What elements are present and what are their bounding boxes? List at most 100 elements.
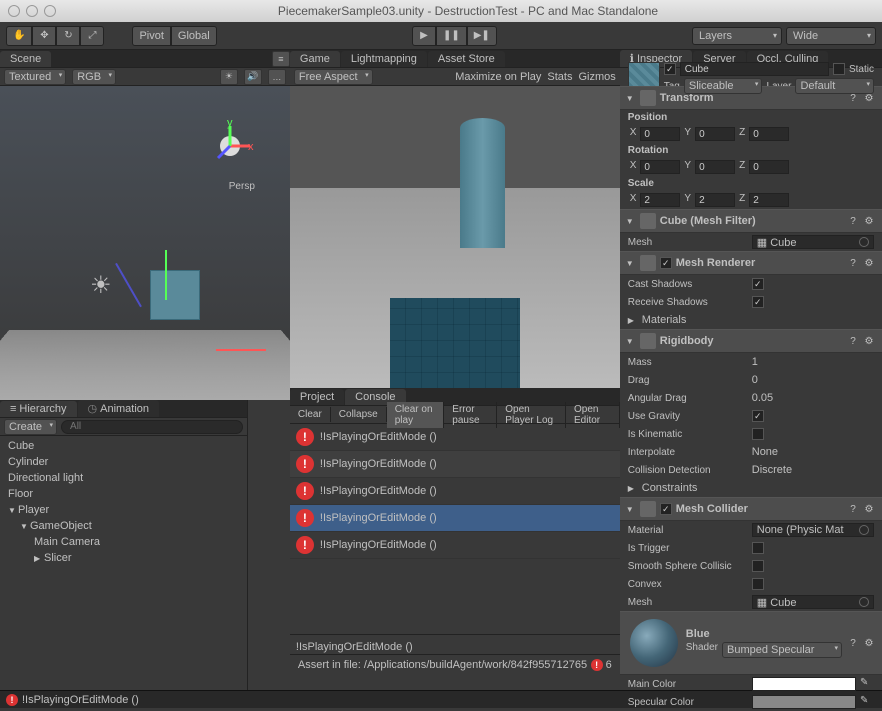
console-clear-button[interactable]: Clear — [290, 407, 331, 422]
usegravity-checkbox[interactable] — [752, 410, 764, 422]
y-axis-handle[interactable] — [165, 250, 167, 300]
collidermesh-field[interactable]: ▦ Cube — [752, 595, 874, 609]
tab-hierarchy[interactable]: ≡ Hierarchy — [0, 401, 77, 417]
interpolate-value[interactable]: None — [752, 446, 778, 458]
console-collapse-toggle[interactable]: Collapse — [331, 407, 387, 422]
receiveshadows-checkbox[interactable] — [752, 296, 764, 308]
castshadows-checkbox[interactable] — [752, 278, 764, 290]
eyedropper-icon[interactable]: ✎ — [860, 695, 874, 709]
console-openplayerlog-button[interactable]: Open Player Log — [497, 402, 566, 428]
hierarchy-item[interactable]: Cylinder — [0, 454, 247, 470]
console-entry[interactable]: !!IsPlayingOrEditMode () — [290, 424, 620, 451]
drag-value[interactable]: 0 — [752, 374, 758, 386]
foldout-icon[interactable]: ▼ — [626, 94, 636, 103]
foldout-icon[interactable]: ▼ — [626, 505, 636, 514]
speccolor-swatch[interactable] — [752, 695, 856, 709]
foldout-icon[interactable]: ▼ — [626, 217, 636, 226]
convex-checkbox[interactable] — [752, 578, 764, 590]
scene-viewport[interactable]: ☀ xy Persp — [0, 86, 290, 400]
rigidbody-component-header[interactable]: ▼ Rigidbody ?⚙ — [620, 329, 882, 353]
foldout-icon[interactable]: ▼ — [626, 259, 636, 268]
scene-shading-dropdown[interactable]: Textured — [4, 69, 66, 85]
smooth-checkbox[interactable] — [752, 560, 764, 572]
game-aspect-dropdown[interactable]: Free Aspect — [294, 69, 373, 85]
help-icon[interactable]: ? — [846, 334, 860, 348]
move-tool-button[interactable]: ✥ — [32, 26, 56, 46]
game-viewport[interactable] — [290, 86, 620, 388]
hierarchy-item[interactable]: ▼Player — [0, 502, 247, 518]
hand-tool-button[interactable]: ✋ — [6, 26, 32, 46]
object-picker-icon[interactable] — [859, 597, 869, 607]
layout-dropdown[interactable]: Wide — [786, 27, 876, 45]
x-axis-handle[interactable] — [216, 349, 266, 351]
z-axis-handle[interactable] — [115, 263, 142, 307]
scale-tool-button[interactable]: ⤢ — [80, 26, 104, 46]
foldout-icon[interactable]: ▼ — [626, 337, 636, 346]
mesh-field[interactable]: ▦ Cube — [752, 235, 874, 249]
gear-icon[interactable]: ⚙ — [862, 256, 876, 270]
scale-y-input[interactable] — [695, 193, 735, 207]
console-clearonplay-toggle[interactable]: Clear on play — [387, 402, 445, 428]
close-window-icon[interactable] — [8, 5, 20, 17]
scene-options-icon[interactable]: ≡ — [272, 51, 290, 67]
gameobject-active-checkbox[interactable] — [664, 63, 676, 75]
foldout-icon[interactable]: ▶ — [628, 484, 638, 493]
maincolor-swatch[interactable] — [752, 677, 856, 691]
foldout-icon[interactable]: ▶ — [628, 316, 638, 325]
eyedropper-icon[interactable]: ✎ — [860, 677, 874, 691]
scene-rgb-dropdown[interactable]: RGB — [72, 69, 116, 85]
position-y-input[interactable] — [695, 127, 735, 141]
static-checkbox[interactable] — [833, 63, 845, 75]
hierarchy-item[interactable]: Floor — [0, 486, 247, 502]
tag-dropdown[interactable]: Sliceable — [684, 78, 763, 94]
physmaterial-field[interactable]: None (Physic Mat — [752, 523, 874, 537]
gear-icon[interactable]: ⚙ — [862, 502, 876, 516]
meshrenderer-component-header[interactable]: ▼ Mesh Renderer ?⚙ — [620, 251, 882, 275]
collision-value[interactable]: Discrete — [752, 464, 792, 476]
rotate-tool-button[interactable]: ↻ — [56, 26, 80, 46]
meshfilter-component-header[interactable]: ▼ Cube (Mesh Filter) ?⚙ — [620, 209, 882, 233]
rotation-y-input[interactable] — [695, 160, 735, 174]
pivot-button[interactable]: Pivot — [132, 26, 170, 46]
global-button[interactable]: Global — [171, 26, 217, 46]
hierarchy-item[interactable]: ▼GameObject — [0, 518, 247, 534]
stats-toggle[interactable]: Stats — [547, 71, 572, 83]
position-z-input[interactable] — [749, 127, 789, 141]
console-openeditor-button[interactable]: Open Editor — [566, 402, 620, 428]
scene-audio-toggle[interactable]: 🔊 — [244, 69, 262, 85]
tab-scene[interactable]: Scene — [0, 51, 51, 67]
zoom-window-icon[interactable] — [44, 5, 56, 17]
rotation-z-input[interactable] — [749, 160, 789, 174]
tab-game[interactable]: Game — [290, 51, 340, 67]
tab-assetstore[interactable]: Asset Store — [428, 51, 505, 67]
console-errorpause-toggle[interactable]: Error pause — [444, 402, 497, 428]
gear-icon[interactable]: ⚙ — [862, 334, 876, 348]
scale-x-input[interactable] — [640, 193, 680, 207]
iskinematic-checkbox[interactable] — [752, 428, 764, 440]
layer-dropdown[interactable]: Default — [795, 78, 874, 94]
hierarchy-item[interactable]: Directional light — [0, 470, 247, 486]
maximize-toggle[interactable]: Maximize on Play — [455, 71, 541, 83]
orientation-gizmo[interactable]: xy — [200, 116, 260, 176]
hierarchy-item[interactable]: Cube — [0, 438, 247, 454]
pause-button[interactable]: ❚❚ — [436, 26, 467, 46]
layers-dropdown[interactable]: Layers — [692, 27, 782, 45]
istrigger-checkbox[interactable] — [752, 542, 764, 554]
console-entry[interactable]: !!IsPlayingOrEditMode () — [290, 478, 620, 505]
light-gizmo-icon[interactable]: ☀ — [90, 271, 112, 300]
scene-fx-toggle[interactable]: … — [268, 69, 286, 85]
meshcollider-enabled-checkbox[interactable] — [660, 503, 672, 515]
gameobject-name-input[interactable] — [680, 62, 829, 76]
step-button[interactable]: ▶❚ — [467, 26, 497, 46]
minimize-window-icon[interactable] — [26, 5, 38, 17]
console-entry[interactable]: !!IsPlayingOrEditMode () — [290, 505, 620, 532]
foldout-icon[interactable]: ▼ — [8, 506, 18, 515]
hierarchy-item[interactable]: Main Camera — [0, 534, 247, 550]
gear-icon[interactable]: ⚙ — [862, 214, 876, 228]
position-x-input[interactable] — [640, 127, 680, 141]
shader-dropdown[interactable]: Bumped Specular — [722, 642, 842, 658]
gizmos-dropdown[interactable]: Gizmos — [578, 71, 615, 83]
foldout-icon[interactable]: ▶ — [34, 554, 44, 563]
hierarchy-create-dropdown[interactable]: Create — [4, 419, 57, 435]
scale-z-input[interactable] — [749, 193, 789, 207]
